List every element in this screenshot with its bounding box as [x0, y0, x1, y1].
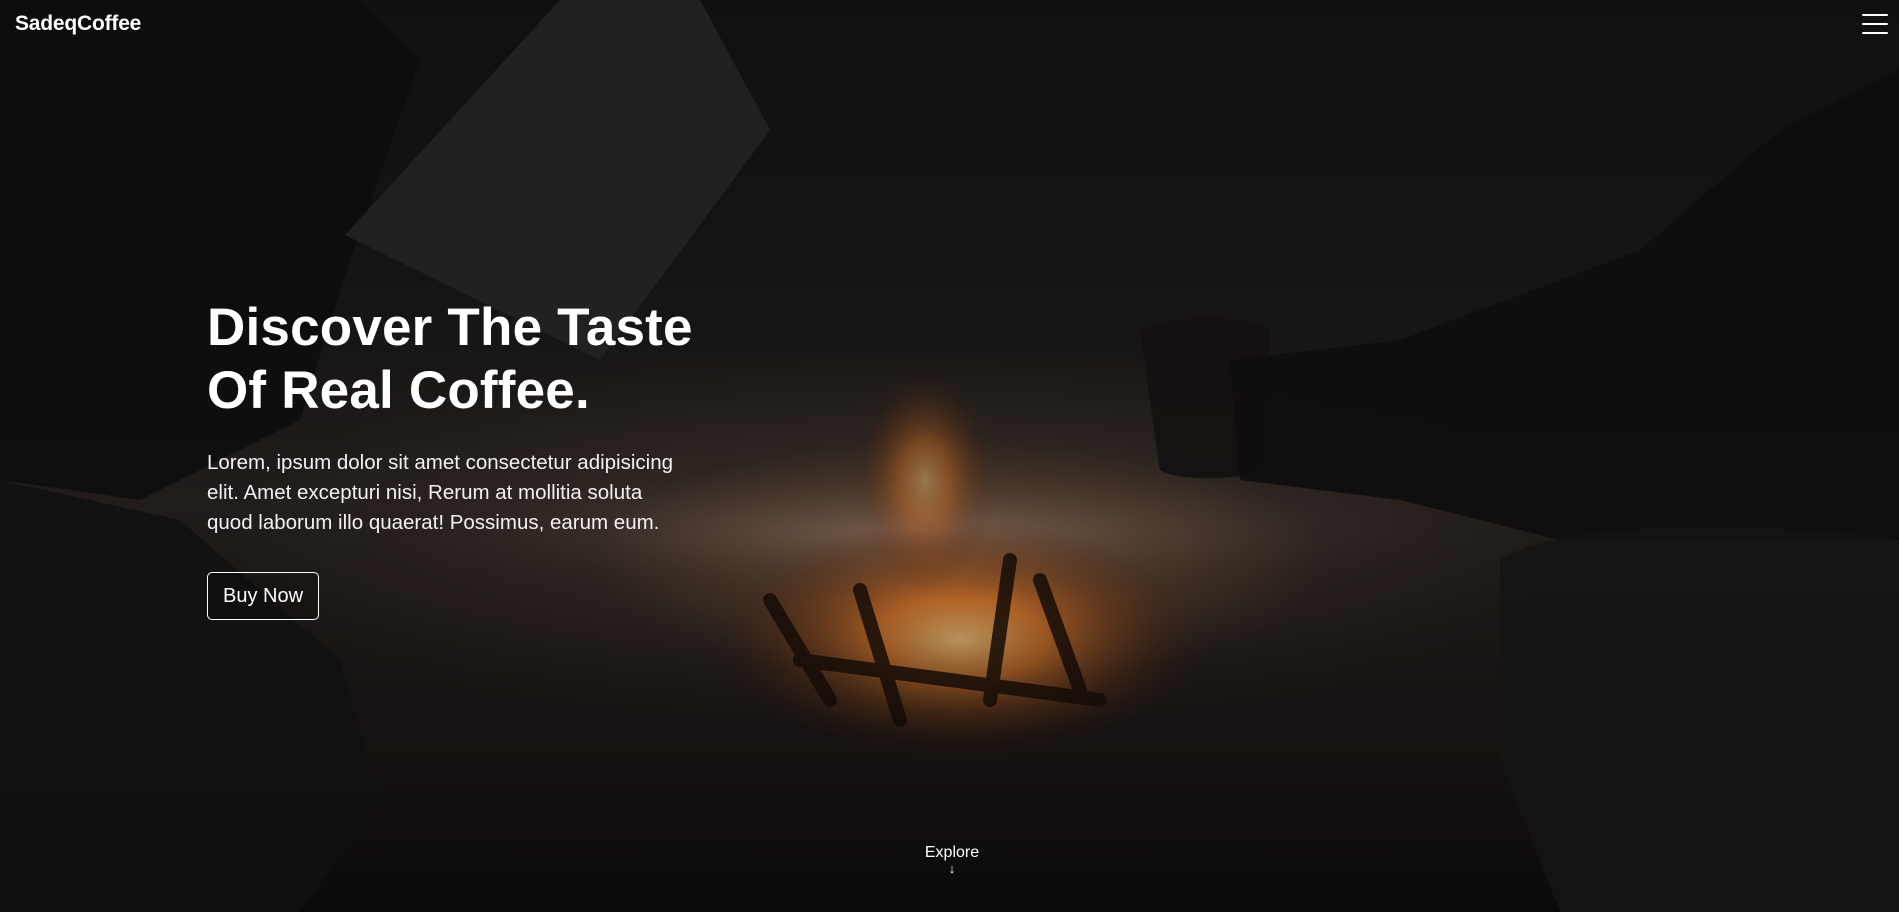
menu-bar-bottom — [1862, 32, 1888, 34]
hero-title: Discover The Taste Of Real Coffee. — [207, 296, 767, 422]
arrow-down-icon: ↓ — [948, 861, 956, 876]
hero-description-line-1: Lorem, ipsum dolor sit amet consectetur … — [207, 451, 674, 474]
hero-section: SadeqCoffee Discover The Taste Of Real C… — [0, 0, 1899, 912]
site-logo[interactable]: SadeqCoffee — [15, 12, 141, 36]
hero-title-line-2: Of Real Coffee. — [207, 361, 590, 420]
hero-content: Discover The Taste Of Real Coffee. Lorem… — [207, 296, 767, 620]
hero-description-line-3: quod laborum illo quaerat! Possimus, ear… — [207, 511, 660, 534]
buy-now-button[interactable]: Buy Now — [207, 572, 320, 620]
menu-bar-middle — [1862, 23, 1888, 25]
hamburger-menu-icon[interactable] — [1862, 12, 1888, 36]
hero-title-line-1: Discover The Taste — [207, 298, 693, 357]
hero-description-line-2: elit. Amet excepturi nisi, Rerum at moll… — [207, 481, 643, 504]
explore-label: Explore — [924, 844, 980, 861]
hero-description: Lorem, ipsum dolor sit amet consectetur … — [207, 448, 747, 538]
explore-link[interactable]: Explore ↓ — [922, 843, 982, 875]
menu-bar-top — [1862, 14, 1888, 16]
